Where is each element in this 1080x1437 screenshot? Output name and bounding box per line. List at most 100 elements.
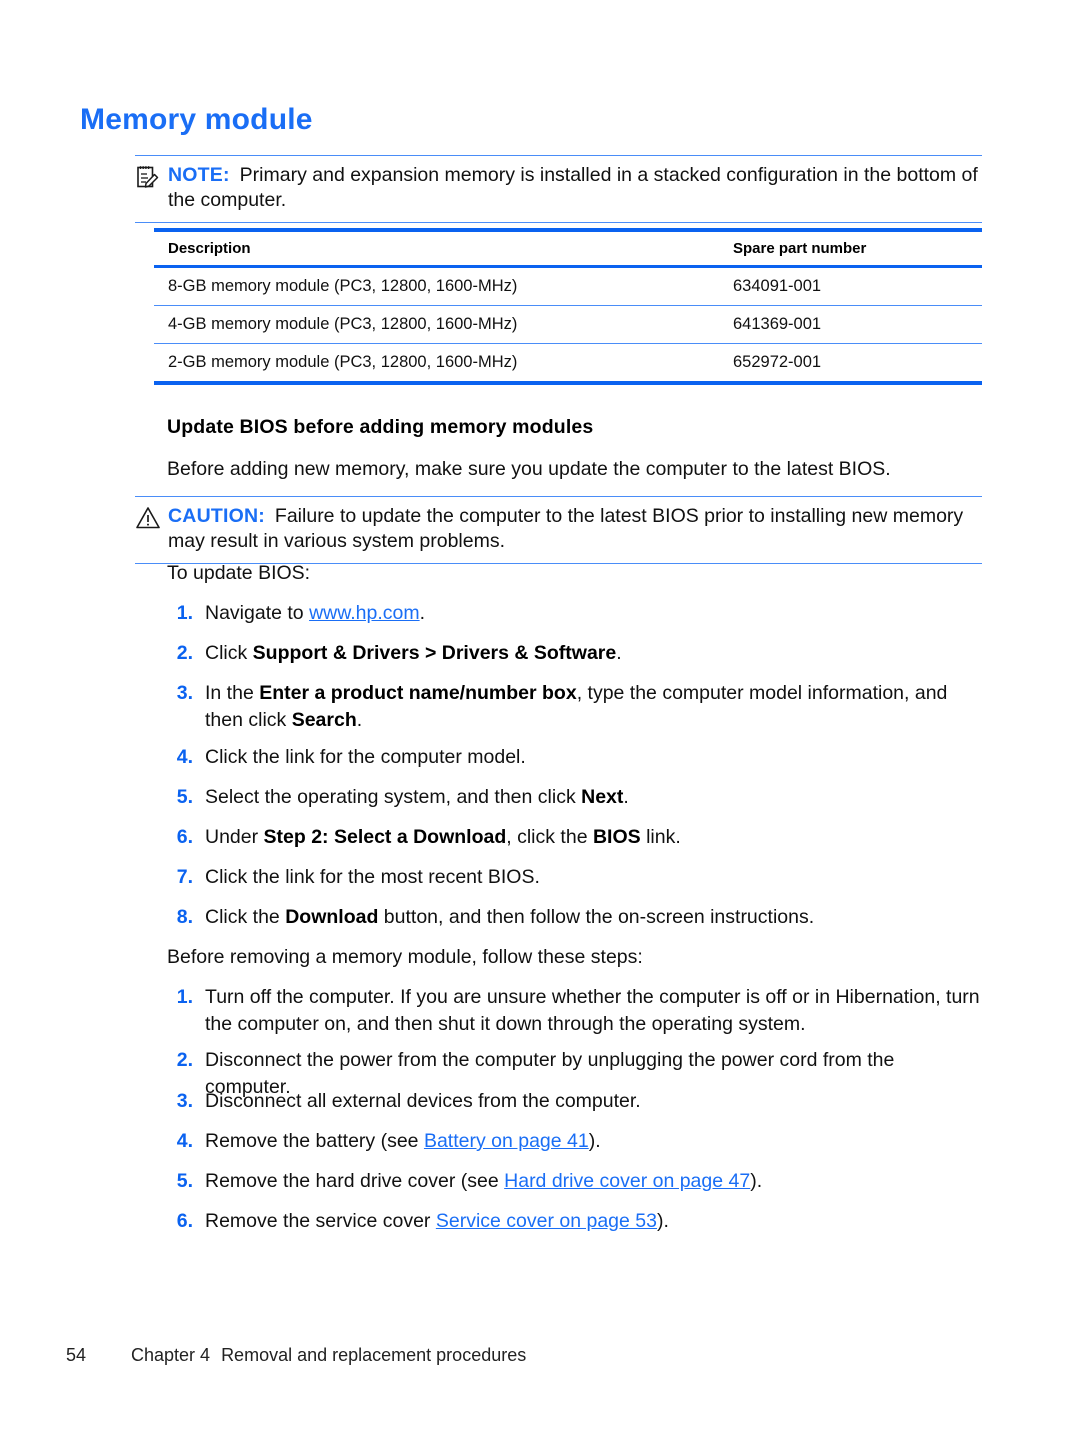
- list-item-text: Select the operating system, and then cl…: [205, 784, 982, 811]
- list-item: 5. Select the operating system, and then…: [167, 784, 982, 811]
- list-item-text: Remove the battery (see Battery on page …: [205, 1128, 982, 1155]
- note-text: Primary and expansion memory is installe…: [168, 164, 978, 211]
- list-item-text-bold: Support & Drivers > Drivers & Software: [252, 642, 617, 664]
- list-item-text-post: .: [616, 642, 622, 664]
- list-item-text-bold: Enter a product name/number box: [259, 682, 577, 704]
- page-title: Memory module: [80, 103, 313, 136]
- list-item-text-bold: Next: [581, 786, 624, 808]
- link-service-cover-page-53[interactable]: Service cover on page 53: [436, 1210, 657, 1232]
- table-row: 8-GB memory module (PC3, 12800, 1600-MHz…: [154, 266, 982, 306]
- list-item: 7. Click the link for the most recent BI…: [167, 864, 982, 891]
- list-item: 3. In the Enter a product name/number bo…: [167, 680, 982, 734]
- list-item-text-pre: Under: [205, 826, 264, 848]
- cell-description: 8-GB memory module (PC3, 12800, 1600-MHz…: [154, 266, 719, 306]
- list-item-number: 6.: [176, 826, 193, 848]
- list-item: 1. Turn off the computer. If you are uns…: [167, 984, 982, 1038]
- list-item-text-pre: Remove the service cover: [205, 1210, 436, 1232]
- paragraph-removal-intro: Before removing a memory module, follow …: [167, 946, 643, 968]
- note-admonition: NOTE: Primary and expansion memory is ins…: [135, 155, 982, 223]
- cell-part-number: 634091-001: [719, 266, 982, 306]
- memory-module-table: Description Spare part number 8-GB memor…: [154, 228, 982, 385]
- list-item-number: 1.: [176, 602, 193, 624]
- list-item: 5. Remove the hard drive cover (see Hard…: [167, 1168, 982, 1195]
- footer-chapter: Chapter 4: [131, 1345, 211, 1365]
- list-item-number: 7.: [176, 866, 193, 888]
- section-heading-update-bios: Update BIOS before adding memory modules: [167, 416, 594, 438]
- paragraph-bios-intro: Before adding new memory, make sure you …: [167, 458, 891, 480]
- list-item-text-bold: Step 2: Select a Download: [263, 826, 507, 848]
- list-item-number: 3.: [176, 1090, 193, 1112]
- note-body: NOTE: Primary and expansion memory is ins…: [135, 163, 982, 213]
- list-item-text-bold: Search: [291, 709, 357, 731]
- list-item-text-post: .: [419, 602, 426, 624]
- list-item-text-pre: Navigate to: [205, 602, 310, 624]
- link-hp-com[interactable]: www.hp.com: [309, 602, 420, 624]
- note-pad-pencil-icon: [135, 164, 161, 190]
- list-item: 4. Click the link for the computer model…: [167, 744, 982, 771]
- list-item-text: Remove the hard drive cover (see Hard dr…: [205, 1168, 982, 1195]
- caution-label: CAUTION:: [168, 505, 265, 527]
- list-item-text-bold: BIOS: [592, 826, 641, 848]
- list-item-text-pre: Click the: [205, 906, 286, 928]
- list-item-text-post: button, and then follow the on-screen in…: [378, 906, 815, 928]
- list-item-text-post: link.: [640, 826, 681, 848]
- list-item-number: 8.: [176, 906, 193, 928]
- list-item-text-pre: Click: [205, 642, 253, 664]
- list-item-number: 5.: [176, 786, 193, 808]
- list-item-text: Click the Download button, and then foll…: [205, 904, 982, 931]
- list-item: 4. Remove the battery (see Battery on pa…: [167, 1128, 982, 1155]
- list-item-number: 5.: [176, 1170, 193, 1192]
- table-row: 2-GB memory module (PC3, 12800, 1600-MHz…: [154, 343, 982, 385]
- list-item-text-mid: , click the: [506, 826, 593, 848]
- list-item: 1. Navigate to www.hp.com.: [167, 600, 982, 627]
- caution-text: Failure to update the computer to the la…: [168, 505, 964, 552]
- list-item-text-post: ).: [656, 1210, 669, 1232]
- list-item: 6. Under Step 2: Select a Download, clic…: [167, 824, 982, 851]
- column-header-spare-part-number: Spare part number: [719, 228, 982, 268]
- note-label: NOTE:: [168, 164, 230, 186]
- list-item-text: Remove the service cover Service cover o…: [205, 1208, 982, 1235]
- footer-page-number: 54: [66, 1345, 87, 1365]
- list-item: 6. Remove the service cover Service cove…: [167, 1208, 982, 1235]
- link-hard-drive-cover-page-47[interactable]: Hard drive cover on page 47: [504, 1170, 750, 1192]
- list-item-number: 3.: [176, 682, 193, 704]
- paragraph-list-intro: To update BIOS:: [167, 562, 311, 584]
- list-item: 3. Disconnect all external devices from …: [167, 1088, 982, 1115]
- list-item-text: Under Step 2: Select a Download, click t…: [205, 824, 982, 851]
- list-item-number: 1.: [176, 986, 193, 1008]
- list-item-text: In the Enter a product name/number box, …: [205, 680, 982, 734]
- list-item-text-pre: Select the operating system, and then cl…: [205, 786, 582, 808]
- list-item-text: Click the link for the computer model.: [205, 746, 526, 768]
- list-item-text-bold: Download: [285, 906, 379, 928]
- link-battery-page-41[interactable]: Battery on page 41: [424, 1130, 589, 1152]
- list-item-text-pre: Remove the hard drive cover (see: [205, 1170, 505, 1192]
- list-item-text: Disconnect all external devices from the…: [205, 1090, 641, 1112]
- footer-chapter-title: Removal and replacement procedures: [221, 1345, 527, 1365]
- cell-part-number: 652972-001: [719, 343, 982, 385]
- list-item-text-post: .: [623, 786, 629, 808]
- list-item-text-post: .: [356, 709, 363, 731]
- document-page: Memory module NOTE: Primary and expansion…: [0, 0, 1080, 1437]
- list-item-text-pre: In the: [205, 682, 260, 704]
- list-item-number: 4.: [176, 746, 193, 768]
- list-item-text: Click Support & Drivers > Drivers & Soft…: [205, 640, 982, 667]
- list-item-number: 6.: [176, 1210, 193, 1232]
- list-item-text-post: ).: [750, 1170, 763, 1192]
- cell-description: 4-GB memory module (PC3, 12800, 1600-MHz…: [154, 305, 719, 344]
- list-item-number: 4.: [176, 1130, 193, 1152]
- table-header-row: Description Spare part number: [154, 228, 982, 268]
- list-item-number: 2.: [176, 642, 193, 664]
- list-item: 2. Click Support & Drivers > Drivers & S…: [167, 640, 982, 667]
- list-item-text: Turn off the computer. If you are unsure…: [205, 986, 980, 1035]
- page-footer: 54 Chapter 4 Removal and replacement proce…: [66, 1345, 526, 1366]
- column-header-description: Description: [154, 228, 719, 268]
- list-item-number: 2.: [176, 1049, 193, 1071]
- cell-part-number: 641369-001: [719, 305, 982, 344]
- cell-description: 2-GB memory module (PC3, 12800, 1600-MHz…: [154, 343, 719, 385]
- list-item-text: Navigate to www.hp.com.: [205, 600, 982, 627]
- warning-triangle-icon: [135, 505, 161, 531]
- caution-admonition: CAUTION: Failure to update the computer t…: [135, 496, 982, 564]
- list-item: 8. Click the Download button, and then f…: [167, 904, 982, 931]
- caution-body: CAUTION: Failure to update the computer t…: [135, 504, 982, 554]
- list-item-text: Click the link for the most recent BIOS.: [205, 866, 540, 888]
